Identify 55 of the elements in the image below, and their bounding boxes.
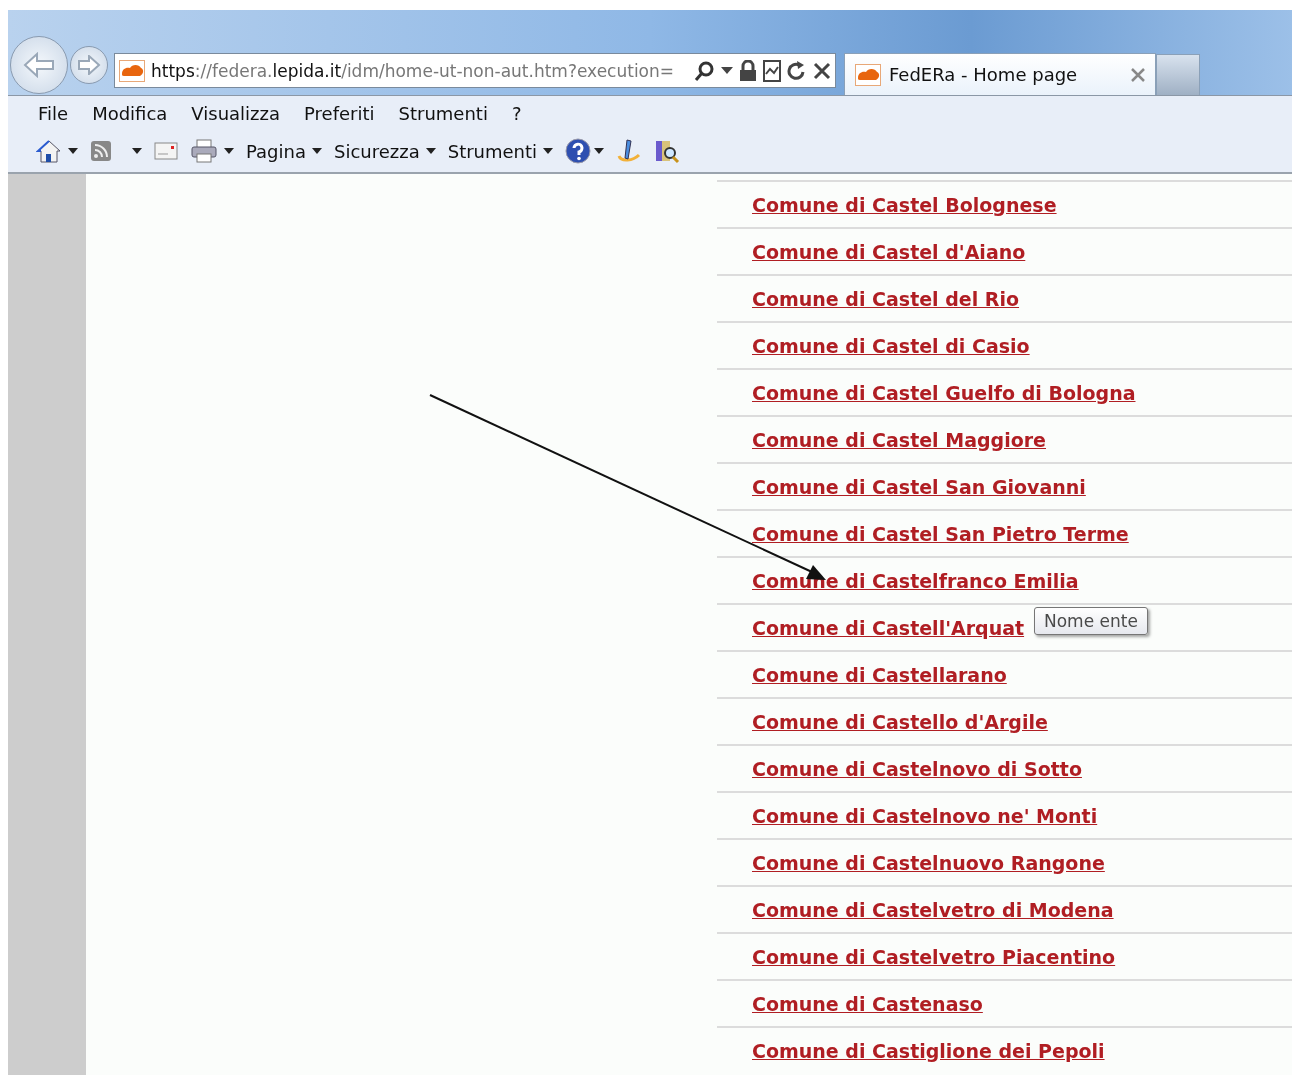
entity-link[interactable]: Comune di Castel Maggiore — [752, 428, 1046, 451]
address-field[interactable]: https://federa.lepida.it/idm/home-ut-non-aut.htm?execution= — [114, 53, 836, 88]
tab-favicon — [855, 63, 881, 86]
entity-link[interactable]: Comune di Castel Bolognese — [752, 193, 1057, 216]
entity-link[interactable]: Comune di Castelvetro di Modena — [752, 898, 1114, 921]
command-menu[interactable]: Pagina — [246, 140, 322, 162]
lock-icon[interactable] — [739, 59, 757, 82]
entity-link[interactable]: Comune di Castel Guelfo di Bologna — [752, 381, 1136, 404]
caret-icon[interactable] — [721, 67, 733, 74]
help-icon[interactable] — [565, 138, 592, 164]
command-menu[interactable]: Sicurezza — [333, 140, 436, 162]
menu-item[interactable]: Preferiti — [304, 102, 375, 124]
url-text: https://federa.lepida.it/idm/home-ut-non-aut.htm?execution= — [151, 60, 676, 81]
forward-button[interactable] — [70, 46, 108, 84]
entity-link[interactable]: Comune di Castel d'Aiano — [752, 240, 1026, 263]
entity-link[interactable]: Comune di Castell'Arquat — [752, 616, 1025, 639]
compatibility-icon[interactable] — [763, 59, 781, 82]
search-icon[interactable] — [693, 59, 715, 82]
menu-item[interactable]: ? — [511, 102, 522, 124]
entity-link[interactable]: Comune di Castello d'Argile — [752, 710, 1048, 733]
entity-link[interactable]: Comune di Castel del Rio — [752, 287, 1020, 310]
browser-tab[interactable]: FedERa - Home page — [844, 53, 1156, 95]
entity-link[interactable]: Comune di Castel di Casio — [752, 334, 1030, 357]
caret-icon[interactable] — [224, 148, 234, 154]
entity-link[interactable]: Comune di Castelfranco Emilia — [752, 569, 1079, 592]
caret-icon[interactable] — [425, 148, 436, 154]
pen-icon[interactable] — [616, 138, 643, 164]
entity-link[interactable]: Comune di Castellarano — [752, 663, 1007, 686]
printer-icon[interactable] — [190, 138, 218, 164]
entity-link[interactable]: Comune di Castiglione dei Pepoli — [752, 1039, 1105, 1062]
caret-icon[interactable] — [594, 148, 605, 154]
command-menu[interactable]: Strumenti — [447, 140, 554, 162]
caret-icon[interactable] — [543, 148, 554, 154]
site-favicon — [119, 59, 145, 82]
menu-item[interactable]: File — [38, 102, 69, 124]
entity-link[interactable]: Comune di Castelnovo di Sotto — [752, 757, 1082, 780]
close-icon[interactable] — [813, 61, 831, 80]
feed-icon[interactable] — [90, 140, 112, 162]
caret-icon[interactable] — [68, 148, 78, 154]
research-icon[interactable] — [654, 138, 681, 164]
menu-item[interactable]: Modifica — [92, 102, 168, 124]
mail-icon[interactable] — [154, 142, 178, 160]
house-icon[interactable] — [36, 138, 62, 164]
entity-link[interactable]: Comune di Castel San Pietro Terme — [752, 522, 1129, 545]
entity-link[interactable]: Comune di Castelnovo ne' Monti — [752, 804, 1098, 827]
menu-item[interactable]: Visualizza — [191, 102, 281, 124]
entity-link[interactable]: Comune di Castenaso — [752, 992, 983, 1015]
entity-link[interactable]: Comune di Castel San Giovanni — [752, 475, 1086, 498]
tooltip: Nome ente — [1034, 607, 1148, 635]
menu-item[interactable]: Strumenti — [398, 102, 488, 124]
caret-icon[interactable] — [132, 148, 142, 154]
caret-icon[interactable] — [311, 148, 322, 154]
refresh-icon[interactable] — [787, 59, 807, 82]
entity-link[interactable]: Comune di Castelvetro Piacentino — [752, 945, 1116, 968]
entity-link[interactable]: Comune di Castelnuovo Rangone — [752, 851, 1105, 874]
